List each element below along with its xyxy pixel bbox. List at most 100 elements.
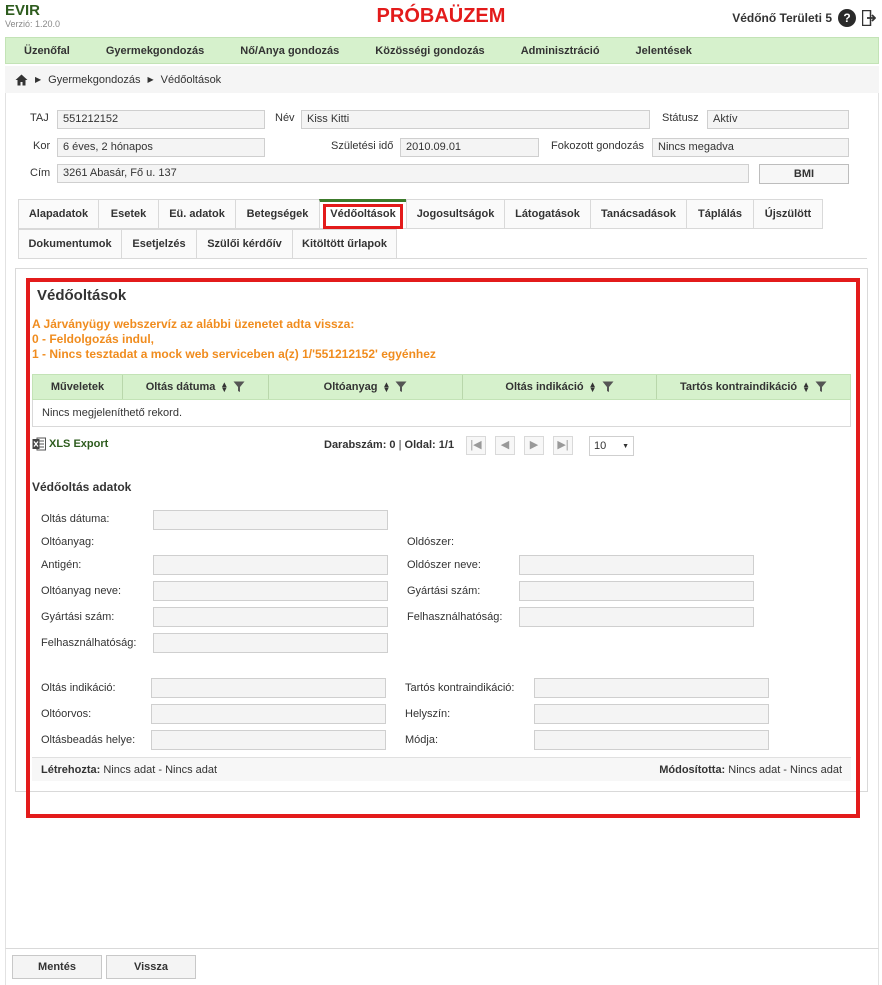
ws-message-line: 0 - Feldolgozás indul, — [32, 332, 155, 346]
breadcrumb-item-gyermekgondozas[interactable]: Gyermekgondozás — [48, 74, 140, 86]
nav-item-jelentesek[interactable]: Jelentések — [618, 45, 710, 57]
tab-latogatasok[interactable]: Látogatások — [504, 199, 591, 229]
page-size-select[interactable]: 10 ▼ — [589, 436, 634, 456]
next-page-icon[interactable]: ▶ — [524, 436, 544, 455]
back-button[interactable]: Vissza — [106, 955, 196, 979]
modified-by: Módosította: Nincs adat - Nincs adat — [659, 764, 842, 776]
nav-item-kozossegi-gondozas[interactable]: Közösségi gondozás — [357, 45, 502, 57]
sort-icon[interactable]: ▲ ▼ — [382, 381, 390, 394]
previous-page-icon[interactable]: ◀ — [495, 436, 515, 455]
vaccination-date-field[interactable] — [153, 510, 388, 530]
sort-icon[interactable]: ▲ ▼ — [220, 381, 228, 394]
sort-icon[interactable]: ▲ ▼ — [802, 381, 810, 394]
ws-message-header: A Járványügy webszervíz az alábbi üzenet… — [32, 317, 355, 331]
tab-eu-adatok[interactable]: Eü. adatok — [158, 199, 236, 229]
breadcrumb-separator-icon: ▶ — [147, 75, 154, 84]
tab-alapadatok[interactable]: Alapadatok — [18, 199, 99, 229]
active-tab-highlight — [323, 204, 403, 229]
nav-item-uzenofal[interactable]: Üzenőfal — [6, 45, 88, 57]
enhanced-care-field: Nincs megadva — [652, 138, 849, 157]
tab-tanacsadasok[interactable]: Tanácsadások — [590, 199, 687, 229]
filter-icon[interactable] — [815, 381, 827, 393]
tab-esetek[interactable]: Esetek — [98, 199, 159, 229]
vaccine-batch-field[interactable] — [153, 607, 388, 627]
solvent-expiry-label: Felhasználhatóság: — [407, 611, 503, 623]
page-label: Oldal: — [404, 439, 436, 451]
column-header-tartos-kontraindikacio[interactable]: Tartós kontraindikáció ▲ ▼ — [657, 375, 850, 399]
audit-bar: Létrehozta: Nincs adat - Nincs adat Módo… — [32, 757, 851, 781]
help-icon[interactable]: ? — [838, 9, 856, 27]
user-name[interactable]: Védőnő Területi 5 — [732, 11, 832, 25]
column-header-oltas-datuma[interactable]: Oltás dátuma ▲ ▼ — [123, 375, 269, 399]
tab-szuloi-kerdoiv[interactable]: Szülői kérdőív — [196, 229, 293, 259]
grid-header: Műveletek Oltás dátuma ▲ ▼ Oltóanyag ▲ ▼ O… — [32, 374, 851, 400]
vaccine-label: Oltóanyag: — [41, 536, 95, 548]
grid-empty-row: Nincs megjeleníthető rekord. — [32, 400, 851, 427]
antigen-field[interactable] — [153, 555, 388, 575]
solvent-name-field[interactable] — [519, 555, 754, 575]
nav-item-no-anya-gondozas[interactable]: Nő/Anya gondozás — [222, 45, 357, 57]
admin-site-field[interactable] — [151, 730, 386, 750]
tab-kitoltott-urlapok[interactable]: Kitöltött űrlapok — [292, 229, 397, 259]
birth-date-label: Születési idő — [331, 140, 394, 152]
filter-icon[interactable] — [602, 381, 614, 393]
vaccine-expiry-label: Felhasználhatóság: — [41, 637, 137, 649]
taj-label: TAJ — [30, 112, 49, 124]
xls-export-label[interactable]: XLS Export — [49, 438, 108, 450]
indication-field[interactable] — [151, 678, 386, 698]
location-field[interactable] — [534, 704, 769, 724]
solvent-batch-field[interactable] — [519, 581, 754, 601]
excel-icon — [32, 437, 46, 451]
logout-icon[interactable] — [862, 10, 876, 26]
bmi-button[interactable]: BMI — [759, 164, 849, 184]
breadcrumb-separator-icon: ▶ — [35, 75, 42, 84]
sort-icon[interactable]: ▲ ▼ — [589, 381, 597, 394]
vaccine-expiry-field[interactable] — [153, 633, 388, 653]
address-label: Cím — [30, 167, 51, 179]
nav-item-gyermekgondozas[interactable]: Gyermekgondozás — [88, 45, 222, 57]
column-header-label[interactable]: Oltás indikáció — [505, 381, 583, 393]
tab-taplalas[interactable]: Táplálás — [686, 199, 754, 229]
save-button[interactable]: Mentés — [12, 955, 102, 979]
tab-betegsegek[interactable]: Betegségek — [235, 199, 320, 229]
vaccination-date-label: Oltás dátuma: — [41, 513, 110, 525]
column-header-label[interactable]: Tartós kontraindikáció — [680, 381, 797, 393]
chevron-down-icon: ▼ — [622, 442, 629, 450]
xls-export-button[interactable]: XLS Export — [32, 437, 108, 451]
contraindication-label: Tartós kontraindikáció: — [405, 682, 515, 694]
solvent-name-label: Oldószer neve: — [407, 559, 481, 571]
tab-ujszulott[interactable]: Újszülött — [753, 199, 823, 229]
filter-icon[interactable] — [395, 381, 407, 393]
tab-dokumentumok[interactable]: Dokumentumok — [18, 229, 122, 259]
solvent-expiry-field[interactable] — [519, 607, 754, 627]
tab-jogosultsagok[interactable]: Jogosultságok — [406, 199, 505, 229]
doctor-field[interactable] — [151, 704, 386, 724]
pager-separator: | — [395, 439, 405, 451]
tab-esetjelzes[interactable]: Esetjelzés — [121, 229, 197, 259]
status-label: Státusz — [662, 112, 699, 124]
contraindication-field[interactable] — [534, 678, 769, 698]
column-header-label[interactable]: Oltóanyag — [324, 381, 378, 393]
section-title: Védőoltások — [37, 287, 127, 304]
vaccine-name-field[interactable] — [153, 581, 388, 601]
home-icon[interactable] — [15, 74, 28, 86]
created-by-value: Nincs adat - Nincs adat — [103, 763, 218, 776]
user-area: Védőnő Területi 5 ? — [732, 9, 876, 27]
last-page-icon[interactable]: ▶| — [553, 436, 573, 455]
main-nav: Üzenőfal Gyermekgondozás Nő/Anya gondozá… — [5, 37, 879, 64]
method-field[interactable] — [534, 730, 769, 750]
modified-by-label: Módosította: — [659, 763, 726, 776]
column-header-label[interactable]: Oltás dátuma — [146, 381, 216, 393]
method-label: Módja: — [405, 734, 439, 746]
column-header-oltas-indikacio[interactable]: Oltás indikáció ▲ ▼ — [463, 375, 657, 399]
vaccine-name-label: Oltóanyag neve: — [41, 585, 122, 597]
first-page-icon[interactable]: |◀ — [466, 436, 486, 455]
age-label: Kor — [33, 140, 51, 152]
taj-field: 551212152 — [57, 110, 265, 129]
column-header-oltoanyag[interactable]: Oltóanyag ▲ ▼ — [269, 375, 463, 399]
doctor-label: Oltóorvos: — [41, 708, 92, 720]
location-label: Helyszín: — [405, 708, 451, 720]
filter-icon[interactable] — [233, 381, 245, 393]
breadcrumb-item-current: Védőoltások — [160, 73, 222, 86]
nav-item-adminisztracio[interactable]: Adminisztráció — [503, 45, 618, 57]
